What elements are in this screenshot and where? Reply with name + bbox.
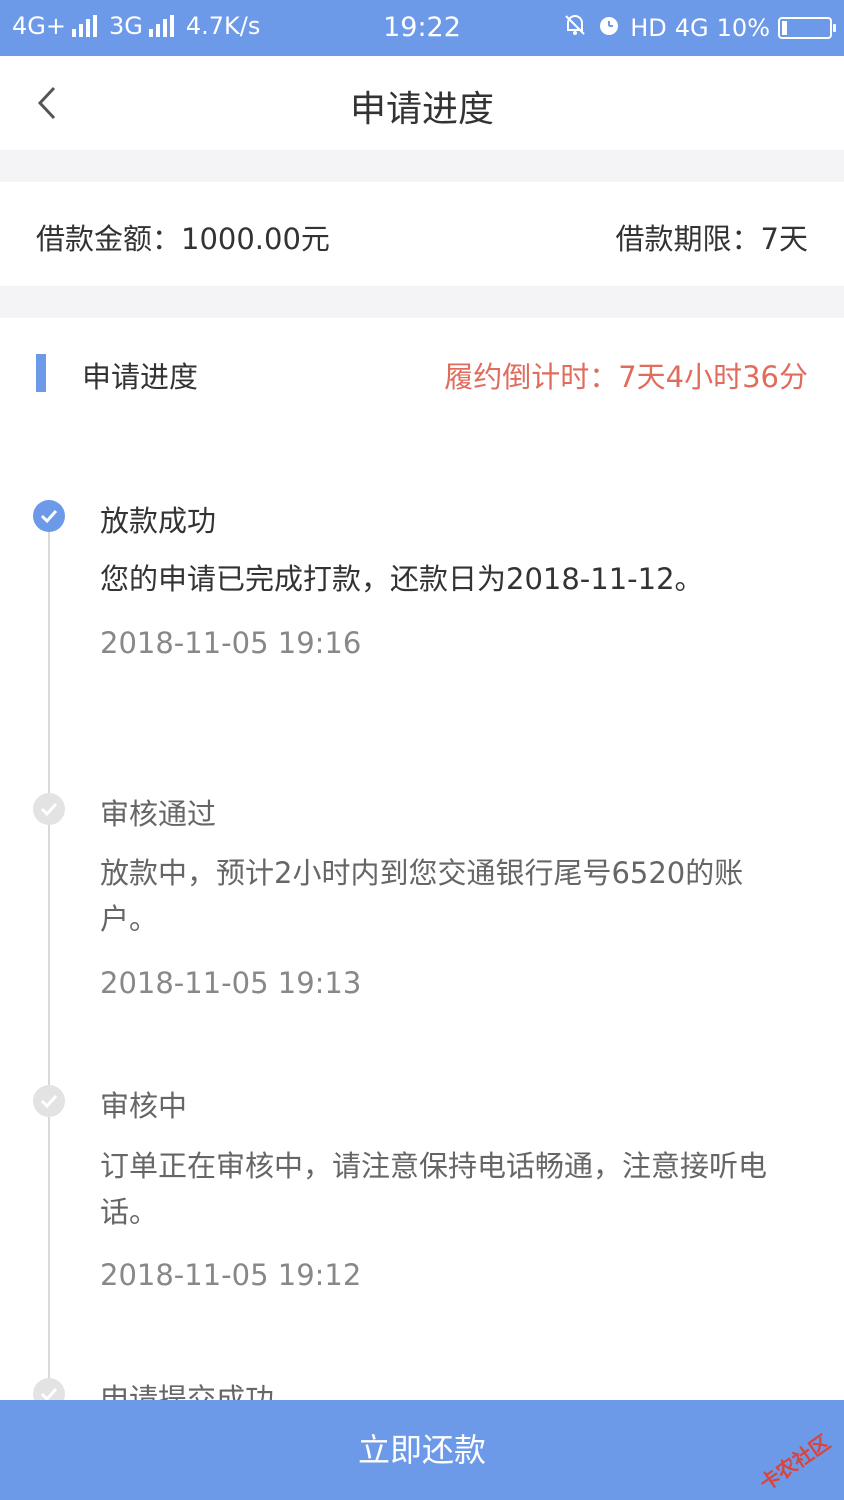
timeline-desc: 您的申请已完成打款，还款日为2018-11-12。 xyxy=(100,562,704,596)
countdown-text: 履约倒计时：7天4小时36分 xyxy=(444,360,808,394)
repay-now-button[interactable]: 立即还款 xyxy=(0,1400,844,1500)
section-accent-bar xyxy=(36,354,46,392)
section-title: 申请进度 xyxy=(82,360,199,394)
timeline-desc: 订单正在审核中，请注意保持电话畅通，注意接听电话。 xyxy=(100,1149,768,1229)
timeline-desc: 放款中，预计2小时内到您交通银行尾号6520的账户。 xyxy=(100,856,744,936)
timeline-time: 2018-11-05 19:16 xyxy=(100,626,362,660)
divider xyxy=(0,286,844,318)
check-icon xyxy=(33,793,65,825)
timeline-title: 审核通过 xyxy=(100,797,217,831)
mute-icon xyxy=(562,12,588,44)
battery-percent: 10% xyxy=(716,14,770,42)
status-bar: 4G+ 3G 4.7K/s 19:22 HD 4G 10% xyxy=(0,0,844,56)
loan-amount: 借款金额：1000.00元 xyxy=(36,222,330,256)
check-icon xyxy=(33,1378,65,1400)
timeline-title: 审核中 xyxy=(100,1089,188,1123)
hd-label: HD xyxy=(630,14,667,42)
loan-info: 借款金额：1000.00元 借款期限：7天 xyxy=(0,182,844,286)
progress-section-header: 申请进度 履约倒计时：7天4小时36分 xyxy=(0,318,844,428)
timeline-title: 申请提交成功 xyxy=(100,1382,275,1400)
timeline-title: 放款成功 xyxy=(100,504,217,538)
network-label-4g-right: 4G xyxy=(674,14,709,42)
timeline-time: 2018-11-05 19:13 xyxy=(100,966,362,1000)
divider xyxy=(0,150,844,182)
progress-timeline: 放款成功 您的申请已完成打款，还款日为2018-11-12。 2018-11-0… xyxy=(0,430,844,1400)
loan-term: 借款期限：7天 xyxy=(615,222,808,256)
check-icon xyxy=(33,1085,65,1117)
check-icon xyxy=(33,500,65,532)
nav-bar: 申请进度 xyxy=(0,56,844,150)
alarm-icon xyxy=(596,12,622,44)
timeline-time: 2018-11-05 19:12 xyxy=(100,1258,362,1292)
status-right: HD 4G 10% xyxy=(562,12,836,44)
page-title: 申请进度 xyxy=(349,89,494,130)
battery-icon xyxy=(778,17,836,39)
timeline-line xyxy=(48,520,50,1400)
